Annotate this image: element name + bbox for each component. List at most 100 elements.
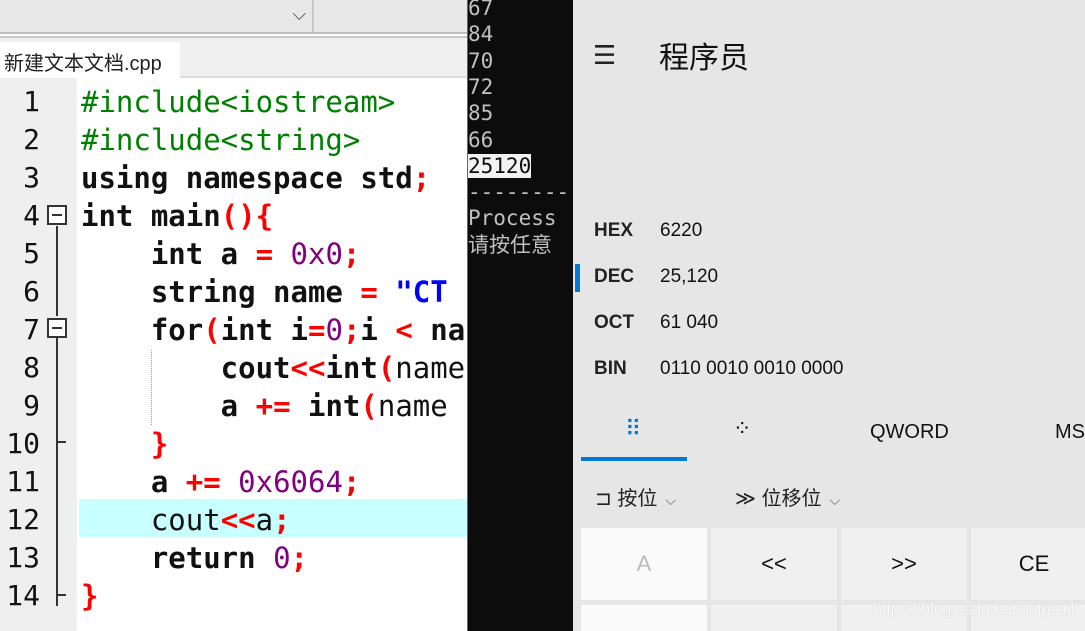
code-token: a	[81, 465, 186, 499]
radix-value: 25,120	[660, 266, 719, 287]
scope-dropdown[interactable]: ⌵	[0, 0, 314, 32]
console-line: 72	[468, 74, 494, 99]
code-line[interactable]: #include<string>	[81, 121, 360, 159]
hamburger-icon[interactable]: ☰	[593, 40, 616, 71]
fold-toggle-collapse-icon[interactable]	[47, 318, 67, 338]
key-a[interactable]: A	[581, 528, 707, 600]
code-token: ;	[412, 161, 431, 195]
code-line[interactable]: int a = 0x0;	[81, 235, 361, 273]
line-number: 2	[23, 123, 40, 156]
bitshift-dropdown[interactable]: ≫ 位移位 ⌵	[735, 482, 840, 511]
bitwise-dropdown[interactable]: ⊐ 按位 ⌵	[595, 482, 676, 511]
code-line[interactable]: return 0;	[81, 539, 308, 577]
code-line[interactable]: for(int i=0;i < na	[81, 311, 465, 349]
line-number: 4	[23, 199, 40, 232]
console-line: 66	[468, 127, 494, 152]
console-line: 85	[468, 101, 494, 126]
code-token: cout	[81, 503, 221, 537]
fold-line	[56, 226, 58, 316]
code-line[interactable]: string name = "CT	[81, 273, 448, 311]
code-token: a	[255, 503, 274, 537]
code-line[interactable]: a += 0x6064;	[81, 463, 361, 501]
code-token: <<	[220, 503, 256, 537]
code-token: (	[360, 389, 378, 423]
code-token: return	[81, 541, 274, 575]
radix-hex[interactable]: HEX 6220	[573, 210, 1085, 254]
code-token: #include<string>	[81, 123, 361, 157]
fold-end	[56, 594, 66, 596]
code-token: name	[377, 389, 448, 423]
line-number: 5	[23, 237, 40, 270]
line-number: 13	[6, 541, 40, 574]
line-number: 9	[23, 389, 40, 422]
logic-gate-icon: ⊐	[595, 488, 612, 510]
code-line[interactable]: cout<<a;	[81, 501, 291, 539]
code-token: =	[308, 313, 326, 347]
full-keypad-icon[interactable]: ⠿	[625, 416, 641, 442]
tab-bar: 新建文本文档.cpp	[0, 36, 467, 80]
chevron-down-icon: ⌵	[829, 492, 841, 508]
console-window: 67 84 70 72 85 66 25120 -------- Process 请按任意	[467, 0, 573, 631]
radix-label: BIN	[594, 358, 627, 379]
line-number: 14	[6, 579, 40, 612]
code-token: string name	[81, 275, 361, 309]
code-token: ;	[290, 541, 308, 575]
code-token: int a	[81, 237, 256, 271]
key[interactable]	[581, 605, 707, 631]
key-shift-left[interactable]: <<	[711, 528, 837, 600]
fold-toggle-collapse-icon[interactable]	[47, 205, 67, 225]
active-tab-underline	[581, 457, 687, 461]
code-token: cout	[81, 351, 291, 385]
word-size-button[interactable]: QWORD	[870, 421, 949, 444]
radix-dec[interactable]: DEC 25,120	[573, 256, 1085, 300]
code-line[interactable]: }	[81, 577, 98, 615]
calculator-window: ☰ 程序员 HEX 6220 DEC 25,120 OCT 61 040 BIN 011…	[573, 0, 1085, 631]
radix-value: 6220	[660, 220, 703, 241]
line-number: 6	[23, 275, 40, 308]
code-line[interactable]: cout<<int(name	[81, 349, 465, 387]
code-token: ;	[342, 237, 361, 271]
code-token: (){	[220, 199, 274, 233]
console-line: 84	[468, 22, 494, 47]
selected-text[interactable]: 25120	[468, 153, 532, 178]
bit-toggle-icon[interactable]: ⁘	[733, 416, 751, 442]
code-token: =	[255, 237, 291, 271]
chevron-down-icon: ⌵	[665, 492, 676, 508]
code-token: 0x6064	[238, 465, 343, 499]
code-line[interactable]: }	[81, 425, 168, 463]
code-line[interactable]: #include<iostream>	[81, 83, 395, 121]
code-token: i	[360, 313, 396, 347]
line-number: 3	[23, 161, 40, 194]
code-line[interactable]: int main(){	[81, 197, 273, 235]
code-token: #include<iostream>	[81, 85, 396, 119]
console-line: 70	[468, 48, 494, 73]
code-token: using namespace std	[81, 161, 413, 195]
active-indicator	[575, 264, 580, 292]
code-token: (	[377, 351, 396, 385]
console-line: --------	[468, 180, 570, 205]
code-token: int i	[220, 313, 308, 347]
memory-store-button[interactable]: MS	[1055, 421, 1085, 444]
code-token: a	[81, 389, 256, 423]
key-ce[interactable]: CE	[971, 528, 1085, 600]
console-line: 25120	[468, 153, 532, 179]
code-line[interactable]: using namespace std;	[81, 159, 430, 197]
key-shift-right[interactable]: >>	[841, 528, 967, 600]
code-token: }	[81, 427, 169, 461]
code-token: int main	[81, 199, 221, 233]
code-line[interactable]: a += int(name	[81, 387, 448, 425]
radix-label: OCT	[594, 312, 635, 333]
fold-end	[56, 441, 66, 443]
radix-bin[interactable]: BIN 0110 0010 0010 0000	[573, 348, 1085, 392]
bitshift-label: 位移位	[761, 488, 822, 510]
code-token: <<	[290, 351, 326, 385]
radix-oct[interactable]: OCT 61 040	[573, 302, 1085, 346]
key[interactable]	[711, 605, 837, 631]
code-token: 0	[325, 313, 343, 347]
radix-value: 61 040	[660, 312, 719, 333]
line-number: 11	[6, 465, 40, 498]
file-tab[interactable]: 新建文本文档.cpp	[0, 42, 180, 80]
radix-label: DEC	[594, 266, 635, 287]
mode-title: 程序员	[659, 42, 749, 75]
code-token: name	[395, 351, 466, 385]
